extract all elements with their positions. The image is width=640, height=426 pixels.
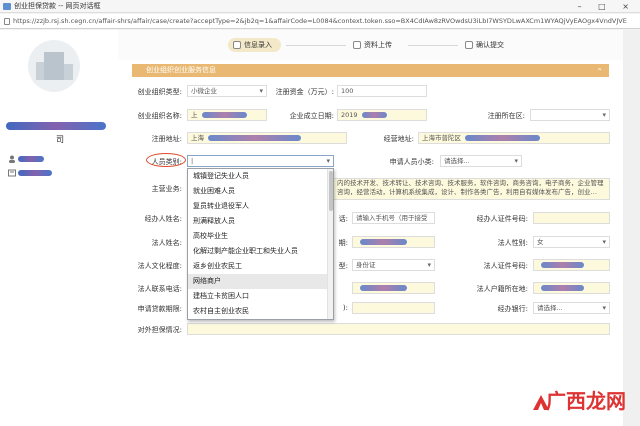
- company-name-suffix: 司: [56, 135, 64, 144]
- legal-cert-no-input[interactable]: [533, 259, 610, 271]
- id-card-icon: [8, 169, 16, 177]
- step-connector: [286, 45, 346, 46]
- legal-cert-no-label: 法人证件号码:: [483, 262, 528, 270]
- reg-district-select[interactable]: [530, 109, 610, 121]
- lock-icon: [4, 18, 10, 25]
- scrollbar-thumb[interactable]: [329, 171, 333, 211]
- bank-select[interactable]: 请选择...: [533, 302, 610, 314]
- dropdown-option[interactable]: 刑满释放人员: [188, 214, 333, 229]
- handler-id-label: 经办人证件号码:: [476, 215, 528, 223]
- reg-address-label: 注册地址:: [151, 135, 182, 143]
- window-titlebar: 创业担保贷款 -- 网页对话框 – □ ×: [0, 0, 640, 13]
- legal-hukou-label: 法人户籍所在地:: [476, 285, 528, 293]
- window-app-icon: [3, 3, 11, 10]
- legal-date-label: 期:: [338, 239, 348, 247]
- handler-phone-label: 话:: [338, 215, 348, 223]
- dropdown-option[interactable]: 高校毕业生: [188, 229, 333, 244]
- handler-phone-input[interactable]: 请输入手机号（用于接受: [352, 212, 435, 224]
- reg-address-input[interactable]: 上海: [187, 132, 347, 144]
- legal-phone-input[interactable]: [352, 282, 435, 294]
- person-type-dropdown[interactable]: 城镇登记失业人员 就业困难人员 复员转业退役军人 刑满释放人员 高校毕业生 化解…: [187, 168, 334, 320]
- legal-cert-type-label: 型:: [338, 262, 348, 270]
- biz-address-label: 经营地址:: [383, 135, 414, 143]
- dropdown-option-highlighted[interactable]: 网络商户: [188, 274, 333, 289]
- main-business-textarea[interactable]: 内的技术开发、技术转让、技术咨询、技术服务，软件咨询，商务咨询，电子商务，企业管…: [333, 178, 610, 200]
- section-title: 创业组织创业服务信息: [146, 66, 216, 74]
- legal-cert-type-select[interactable]: 身份证: [352, 259, 435, 271]
- legal-gender-select[interactable]: 女: [533, 236, 610, 248]
- edit-icon: [233, 41, 241, 49]
- dropdown-option[interactable]: 建档立卡贫困人口: [188, 289, 333, 304]
- biz-address-input[interactable]: 上海市普陀区: [418, 132, 610, 144]
- user-icon: [9, 155, 15, 163]
- loan-term-label: 申请贷款期限:: [137, 305, 182, 313]
- dropdown-option[interactable]: 就业困难人员: [188, 184, 333, 199]
- left-sidebar: 司: [0, 30, 118, 426]
- org-name-label: 创业组织名称:: [137, 112, 182, 120]
- org-name-input[interactable]: 上: [187, 109, 267, 121]
- right-margin: [623, 30, 640, 426]
- capital-input[interactable]: 100: [337, 85, 427, 97]
- dropdown-option[interactable]: 复员转业退役军人: [188, 199, 333, 214]
- watermark-text: 广西龙网: [546, 389, 626, 413]
- dropdown-option[interactable]: 城镇登记失业人员: [188, 169, 333, 184]
- org-type-select[interactable]: 小微企业: [187, 85, 267, 97]
- step-label: 资料上传: [364, 41, 392, 49]
- address-url: https://zzjb.rsj.sh.cegn.cn/affair-shrs/…: [13, 17, 627, 25]
- step-label: 确认提交: [476, 41, 504, 49]
- bank-label: 经办银行:: [497, 305, 528, 313]
- step-info-entry[interactable]: 信息录入: [228, 38, 281, 52]
- legal-hukou-input[interactable]: [533, 282, 610, 294]
- dropdown-scrollbar[interactable]: [327, 169, 333, 319]
- main-business-label: 主营业务:: [151, 185, 182, 193]
- step-connector: [408, 45, 458, 46]
- legal-name-label: 法人姓名:: [151, 239, 182, 247]
- capital-label: 注册资金（万元）:: [275, 88, 334, 96]
- dropdown-option[interactable]: 化解过剩产能企业职工和失业人员: [188, 244, 333, 259]
- redaction-scribble: [18, 170, 52, 176]
- reg-district-label: 注册所在区:: [487, 112, 525, 120]
- step-confirm[interactable]: 确认提交: [460, 38, 513, 52]
- found-date-label: 企业成立日期:: [289, 112, 334, 120]
- legal-edu-label: 法人文化程度:: [137, 262, 182, 270]
- org-type-label: 创业组织类型:: [137, 88, 182, 96]
- window-title: 创业担保贷款 -- 网页对话框: [14, 2, 101, 10]
- highlight-circle: [146, 153, 186, 167]
- section-header[interactable]: 创业组织创业服务信息 ⌃: [132, 64, 609, 77]
- redaction-scribble: [18, 156, 44, 162]
- dropdown-option[interactable]: 农村自主创业农民: [188, 304, 333, 319]
- guarantee-input[interactable]: [187, 323, 610, 335]
- guarantee-label: 对外担保情况:: [137, 326, 182, 334]
- chevron-up-icon[interactable]: ⌃: [596, 65, 603, 78]
- applicant-subtype-select[interactable]: 请选择...: [440, 155, 522, 167]
- step-upload[interactable]: 资料上传: [348, 38, 401, 52]
- check-icon: [465, 41, 473, 49]
- loan-amount-input[interactable]: [352, 302, 435, 314]
- found-date-input[interactable]: 2019: [337, 109, 427, 121]
- dropdown-option[interactable]: 返乡创业农民工: [188, 259, 333, 274]
- handler-id-input[interactable]: [533, 212, 610, 224]
- legal-gender-label: 法人性别:: [497, 239, 528, 247]
- window-controls[interactable]: – □ ×: [578, 0, 636, 13]
- address-bar[interactable]: https://zzjb.rsj.sh.cegn.cn/affair-shrs/…: [0, 14, 640, 29]
- handler-name-label: 经办人姓名:: [144, 215, 182, 223]
- upload-icon: [353, 41, 361, 49]
- company-building-icon: [28, 40, 80, 92]
- step-progress: 信息录入 资料上传 确认提交: [118, 30, 623, 60]
- person-type-select[interactable]: |: [187, 155, 334, 167]
- applicant-subtype-label: 申请人员小类:: [389, 158, 434, 166]
- step-label: 信息录入: [244, 41, 272, 49]
- redaction-scribble: [6, 122, 106, 130]
- legal-phone-label: 法人联系电话:: [137, 285, 182, 293]
- legal-date-input[interactable]: [352, 236, 435, 248]
- loan-term-b-label: ):: [342, 304, 348, 312]
